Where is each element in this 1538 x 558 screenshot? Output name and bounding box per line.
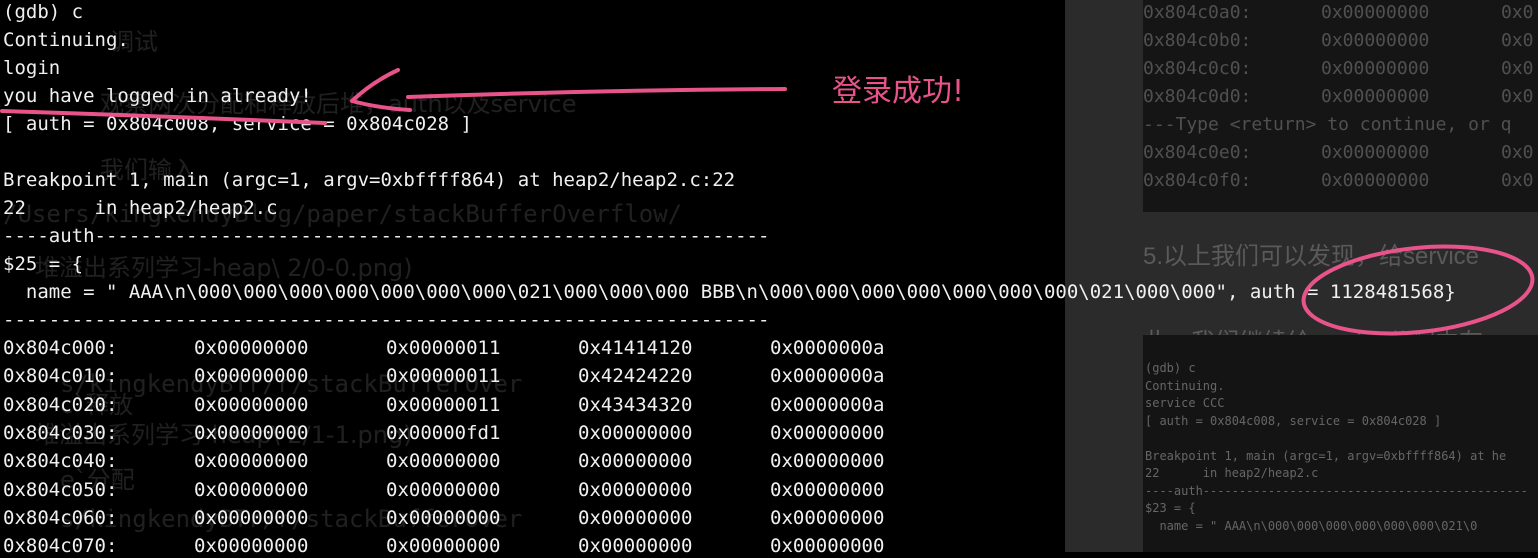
memory-word: 0x0000000a — [770, 393, 885, 416]
memory-address: 0x804c070: — [3, 535, 118, 558]
ghost-text-line: 堆溢出系列学习-heap\ 2/0-0.png) — [35, 254, 413, 282]
mini-terminal-value: 0x0 — [1501, 30, 1534, 51]
memory-word: 0x00000000 — [578, 421, 693, 444]
embedded-terminal-screenshot-bottom: (gdb) c Continuing. service CCC [ auth = 0x… — [1143, 335, 1538, 552]
memory-word: 0x00000000 — [770, 478, 885, 501]
terminal-line: (gdb) c — [3, 1, 84, 23]
memory-word: 0x00000000 — [194, 506, 309, 529]
memory-word: 0x00000000 — [770, 450, 885, 473]
terminal-line: [ auth = 0x804c008, service = 0x804c028 … — [3, 113, 472, 135]
mini-terminal-line: [ auth = 0x804c008, service = 0x804c028 … — [1145, 413, 1442, 428]
memory-word: 0x00000011 — [386, 365, 501, 388]
blog-paragraph-line: 5.以上我们可以发现，给service — [1143, 243, 1480, 270]
memory-word: 0x00000000 — [194, 393, 309, 416]
mini-terminal-value: 0x00000000 — [1321, 30, 1430, 51]
memory-word: 0x00000000 — [578, 450, 693, 473]
mini-terminal-addr: 0x804c0a0: — [1143, 2, 1252, 23]
mini-terminal-line: $23 = { — [1145, 501, 1196, 515]
mini-terminal-line: (gdb) c — [1145, 361, 1196, 375]
terminal-line: 22 in heap2/heap2.c — [3, 197, 278, 219]
memory-word: 0x00000000 — [386, 478, 501, 501]
mini-terminal-value: 0x00000000 — [1321, 170, 1430, 191]
mini-terminal-addr: 0x804c0f0: — [1143, 170, 1252, 191]
mini-terminal-addr: 0x804c0b0: — [1143, 30, 1252, 51]
memory-word: 0x00000000 — [194, 450, 309, 473]
terminal-line: $25 = { — [3, 253, 84, 275]
memory-address: 0x804c030: — [3, 421, 118, 444]
memory-word: 0x42424220 — [578, 365, 693, 388]
memory-address: 0x804c050: — [3, 478, 118, 501]
memory-word: 0x00000000 — [194, 365, 309, 388]
mini-terminal-line: ---Type <return> to continue, or q — [1143, 114, 1512, 135]
memory-word: 0x43434320 — [578, 393, 693, 416]
memory-address: 0x804c040: — [3, 450, 118, 473]
memory-word: 0x00000011 — [386, 393, 501, 416]
memory-address: 0x804c060: — [3, 506, 118, 529]
memory-word: 0x00000000 — [578, 478, 693, 501]
mini-terminal-value: 0x0 — [1501, 2, 1534, 23]
mini-terminal-line: Breakpoint 1, main (argc=1, argv=0xbffff… — [1145, 448, 1507, 463]
mini-terminal-addr: 0x804c0e0: — [1143, 142, 1252, 163]
memory-word: 0x00000000 — [770, 535, 885, 558]
memory-word: 0x00000000 — [194, 421, 309, 444]
memory-word: 0x00000fd1 — [386, 421, 501, 444]
memory-word: 0x0000000a — [770, 337, 885, 359]
mini-terminal-value: 0x0 — [1501, 170, 1534, 191]
memory-address: 0x804c010: — [3, 365, 118, 388]
terminal-line: Continuing. — [3, 29, 129, 51]
mini-terminal-value: 0x00000000 — [1321, 86, 1430, 107]
mini-terminal-value: 0x00000000 — [1321, 2, 1430, 23]
memory-word: 0x00000000 — [194, 478, 309, 501]
terminal-line: you have logged in already! — [3, 85, 312, 107]
memory-word: 0x0000000a — [770, 365, 885, 388]
terminal-line: Breakpoint 1, main (argc=1, argv=0xbffff… — [3, 169, 736, 191]
mini-terminal-line: 22 in heap2/heap2.c — [1145, 466, 1319, 480]
memory-word: 0x00000011 — [386, 337, 501, 359]
memory-word: 0x00000000 — [194, 535, 309, 558]
memory-word: 0x00000000 — [194, 337, 309, 359]
memory-word: 0x00000000 — [578, 506, 693, 529]
terminal-line: name = " AAA\n\000\000\000\000\000\000\0… — [3, 281, 1456, 303]
mini-terminal-value: 0x0 — [1501, 142, 1534, 163]
mini-terminal-addr: 0x804c0c0: — [1143, 58, 1252, 79]
mini-terminal-line: Continuing. — [1145, 378, 1225, 393]
embedded-terminal-screenshot-top: 0x804c0a0: 0x00000000 0x0 0x804c0b0: 0x00000… — [1143, 0, 1538, 212]
mini-terminal-value: 0x0 — [1501, 58, 1534, 79]
memory-address: 0x804c000: — [3, 337, 118, 359]
memory-address: 0x804c020: — [3, 393, 118, 416]
memory-word: 0x41414120 — [578, 337, 693, 359]
terminal-line: ----auth--------------------------------… — [3, 225, 770, 247]
mini-terminal-value: 0x00000000 — [1321, 142, 1430, 163]
terminal-line: ----------------------------------------… — [3, 309, 770, 331]
memory-word: 0x00000000 — [386, 535, 501, 558]
mini-terminal-addr: 0x804c0d0: — [1143, 86, 1252, 107]
memory-word: 0x00000000 — [770, 421, 885, 444]
memory-word: 0x00000000 — [386, 506, 501, 529]
annotation-label: 登录成功! — [832, 74, 965, 109]
memory-word: 0x00000000 — [386, 450, 501, 473]
mini-terminal-value: 0x00000000 — [1321, 58, 1430, 79]
mini-terminal-value: 0x0 — [1501, 86, 1534, 107]
memory-word: 0x00000000 — [770, 506, 885, 529]
mini-terminal-line: name = " AAA\n\000\000\000\000\000\000\0… — [1145, 518, 1478, 533]
terminal-line: login — [3, 57, 61, 79]
memory-word: 0x00000000 — [578, 535, 693, 558]
mini-terminal-line: ----auth--------------------------------… — [1145, 483, 1528, 498]
mini-terminal-line: service CCC — [1145, 396, 1225, 410]
